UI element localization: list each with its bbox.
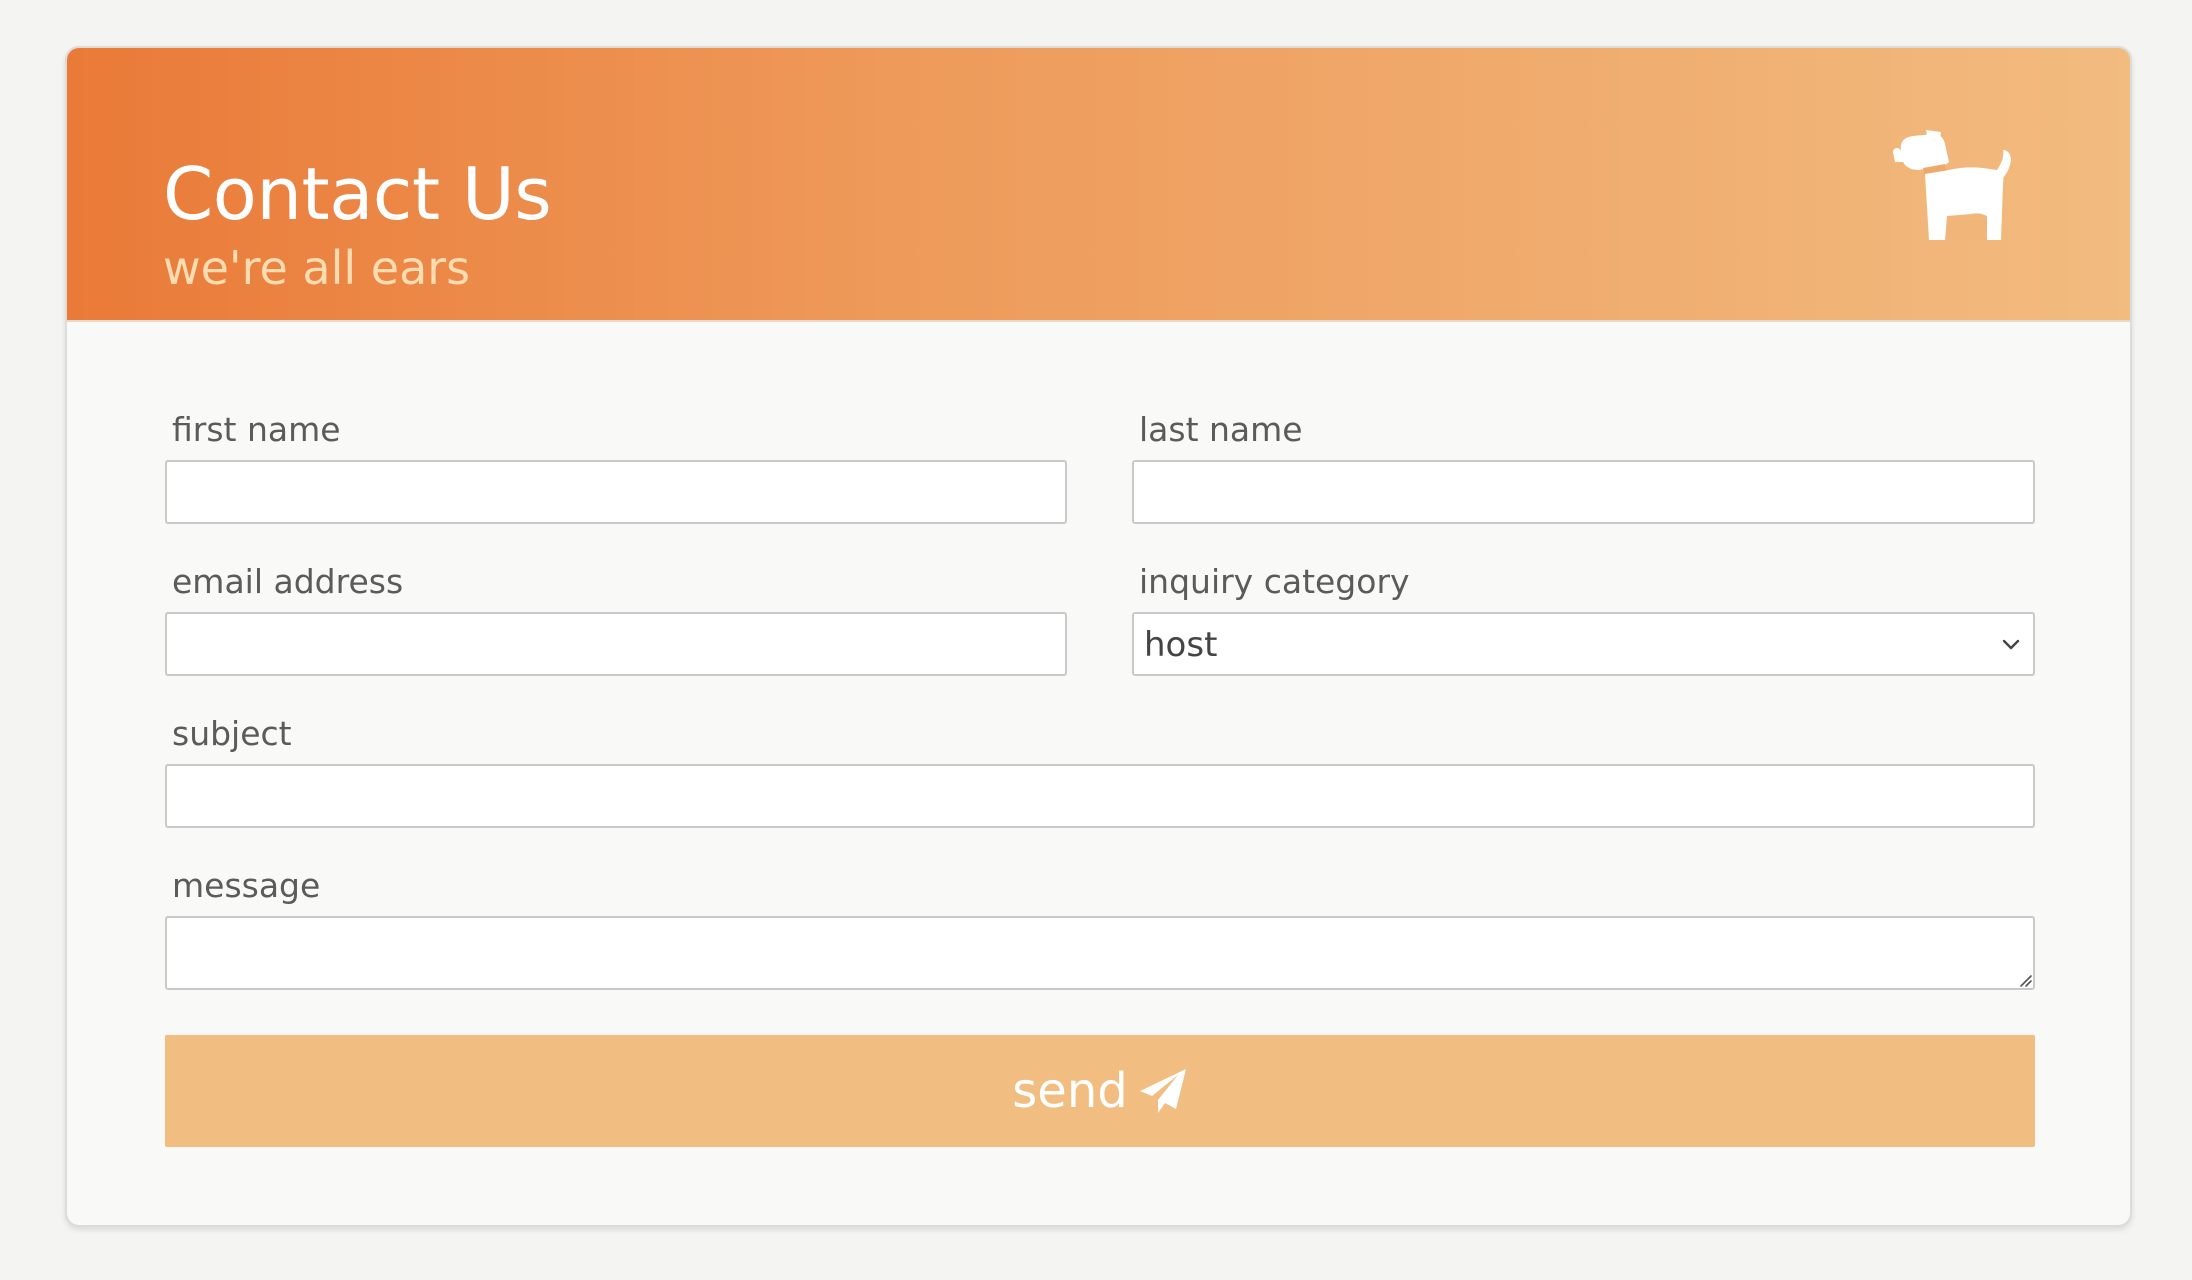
contact-header: Contact Us we're all ears	[67, 48, 2130, 322]
page-title: Contact Us	[163, 152, 552, 236]
contact-card: Contact Us we're all ears first name las…	[65, 46, 2132, 1227]
paper-plane-icon	[1139, 1069, 1186, 1113]
page-subtitle: we're all ears	[163, 241, 471, 295]
email-field[interactable]	[165, 612, 1067, 676]
message-label: message	[172, 866, 321, 905]
dog-icon	[1893, 130, 2011, 240]
inquiry-category-value: host	[1144, 625, 1218, 665]
message-field[interactable]	[165, 916, 2035, 990]
first-name-label: first name	[172, 410, 341, 449]
last-name-field[interactable]	[1132, 460, 2035, 524]
inquiry-category-label: inquiry category	[1139, 562, 1410, 601]
subject-field[interactable]	[165, 764, 2035, 828]
subject-label: subject	[172, 714, 292, 753]
message-wrapper	[165, 916, 2035, 990]
chevron-down-icon	[2002, 639, 2020, 650]
email-label: email address	[172, 562, 404, 601]
first-name-field[interactable]	[165, 460, 1067, 524]
resize-handle-icon[interactable]	[2015, 970, 2033, 988]
send-button-label: send	[1012, 1063, 1128, 1119]
send-button[interactable]: send	[165, 1035, 2035, 1147]
inquiry-category-select[interactable]: host	[1132, 612, 2035, 676]
last-name-label: last name	[1139, 410, 1303, 449]
